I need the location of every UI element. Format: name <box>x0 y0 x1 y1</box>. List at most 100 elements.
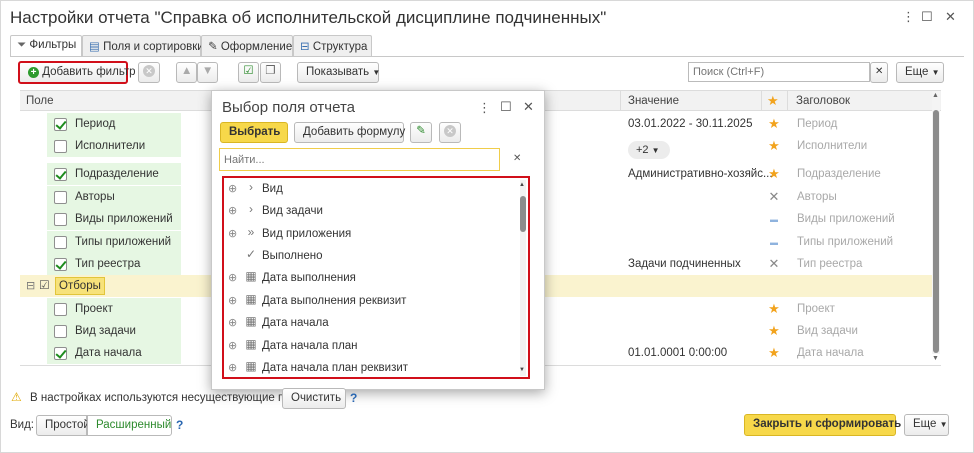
row-checkbox[interactable] <box>54 168 67 181</box>
dialog-list-item[interactable]: ⊕ ▦ Дата начала <box>225 313 515 335</box>
help-icon[interactable]: ? <box>176 418 183 432</box>
row-checkbox[interactable] <box>54 325 67 338</box>
close-and-build-button[interactable]: Закрыть и сформировать <box>744 414 901 436</box>
row-title[interactable]: Период <box>797 118 837 130</box>
scroll-up-icon[interactable]: ▲ <box>932 92 939 99</box>
star-icon[interactable]: ★ <box>768 167 780 180</box>
maximize-icon[interactable]: ☐ <box>500 99 512 115</box>
dialog-title: Выбор поля отчета <box>222 99 355 116</box>
collapse-icon[interactable]: ⊟ <box>26 279 35 292</box>
expand-icon[interactable]: ⊕ <box>228 271 237 284</box>
tab-design[interactable]: ✎ Оформление <box>201 35 293 56</box>
row-checkbox[interactable] <box>54 236 67 249</box>
row-title[interactable]: Исполнители <box>797 140 867 152</box>
search-clear-button[interactable]: ✕ <box>870 62 888 83</box>
row-title[interactable]: Типы приложений <box>797 236 893 248</box>
expand-icon[interactable]: ⊕ <box>228 294 237 307</box>
expand-icon[interactable]: ⊕ <box>228 204 237 217</box>
check-all-button[interactable]: ☑ <box>238 62 259 83</box>
dialog-list-item[interactable]: ⊕ › Вид <box>225 179 515 201</box>
dialog-list-item[interactable]: ⊕ » Вид приложения <box>225 224 515 246</box>
row-title[interactable]: Виды приложений <box>797 213 895 225</box>
row-value[interactable]: Административно-хозяйс... <box>628 168 773 180</box>
scroll-down-icon[interactable]: ▼ <box>519 367 525 373</box>
move-down-button[interactable]: ▼ <box>197 62 218 83</box>
row-title[interactable]: Проект <box>797 303 835 315</box>
expand-icon[interactable]: ⊕ <box>228 316 237 329</box>
row-title[interactable]: Подразделение <box>797 168 881 180</box>
cross-icon[interactable]: ✕ <box>768 190 780 203</box>
more-button[interactable]: Еще ▼ <box>896 62 944 83</box>
row-checkbox[interactable] <box>54 140 67 153</box>
tab-structure[interactable]: ⊟ Структура <box>293 35 372 56</box>
clear-button[interactable]: Очистить <box>282 388 346 409</box>
warning-text: В настройках используются несуществующие… <box>30 392 307 404</box>
uncheck-all-button[interactable]: ❐ <box>260 62 281 83</box>
scroll-down-icon[interactable]: ▼ <box>932 355 939 362</box>
row-checkbox[interactable] <box>54 258 67 271</box>
dialog-list-item[interactable]: ⊕ ▦ Дата выполнения реквизит <box>225 291 515 313</box>
row-value[interactable]: 01.01.0001 0:00:00 <box>628 347 727 359</box>
add-filter-button[interactable]: + Добавить фильтр <box>18 61 136 84</box>
star-icon[interactable]: ★ <box>768 302 780 315</box>
footer-more-button[interactable]: Еще ▼ <box>904 414 949 436</box>
dash-icon[interactable]: ▬ <box>768 236 780 249</box>
row-value[interactable]: 03.01.2022 - 30.11.2025 <box>628 118 752 130</box>
row-checkbox[interactable] <box>54 303 67 316</box>
maximize-icon[interactable]: ☐ <box>921 10 933 23</box>
column-divider <box>787 91 788 111</box>
row-checkbox[interactable] <box>54 118 67 131</box>
tab-fields-sorting[interactable]: ▤ Поля и сортировки <box>82 35 204 56</box>
move-up-button[interactable]: ▲ <box>176 62 197 83</box>
dialog-list-item[interactable]: ⊕ ▦ Дата начала план реквизит <box>225 358 515 380</box>
expand-icon[interactable]: ⊕ <box>228 227 237 240</box>
more-icon[interactable]: ⋮ <box>478 100 491 116</box>
executors-count-pill[interactable]: +2 ▼ <box>628 141 670 159</box>
help-icon[interactable]: ? <box>350 391 357 405</box>
row-title[interactable]: Дата начала <box>797 347 864 359</box>
star-icon[interactable]: ★ <box>768 346 780 359</box>
search-input[interactable] <box>688 62 870 82</box>
star-icon[interactable]: ★ <box>768 139 780 152</box>
dialog-list-item[interactable]: ⊕ ▦ Дата выполнения <box>225 268 515 290</box>
row-label: Вид задачи <box>75 325 136 337</box>
close-icon[interactable]: ✕ <box>945 10 956 23</box>
table-scrollbar-thumb[interactable] <box>933 110 939 353</box>
edit-button[interactable]: ✎ <box>410 122 432 143</box>
dialog-list-scrollbar-thumb[interactable] <box>520 196 526 232</box>
row-title[interactable]: Вид задачи <box>797 325 858 337</box>
dialog-search-input[interactable] <box>219 148 500 171</box>
clear-search-icon[interactable]: ✕ <box>513 153 521 164</box>
expand-icon[interactable]: ⊕ <box>228 339 237 352</box>
close-icon[interactable]: ✕ <box>523 99 534 115</box>
row-title[interactable]: Авторы <box>797 191 837 203</box>
add-formula-button[interactable]: Добавить формулу <box>294 122 405 143</box>
expand-icon[interactable]: ⊕ <box>228 361 237 374</box>
star-icon[interactable]: ★ <box>768 117 780 130</box>
row-checkbox[interactable] <box>54 213 67 226</box>
scroll-up-icon[interactable]: ▲ <box>519 182 525 188</box>
row-checkbox[interactable] <box>54 347 67 360</box>
dialog-list-item[interactable]: ✓ Выполнено <box>225 246 515 268</box>
row-title[interactable]: Тип реестра <box>797 258 862 270</box>
star-icon[interactable]: ★ <box>768 324 780 337</box>
expand-icon[interactable]: ⊕ <box>228 182 237 195</box>
tab-filters[interactable]: ⏷ Фильтры <box>10 35 82 57</box>
cross-icon[interactable]: ✕ <box>768 257 780 270</box>
delete-button[interactable]: ✕ <box>138 62 160 83</box>
more-label: Еще <box>913 418 937 430</box>
row-label: Исполнители <box>75 140 146 152</box>
view-simple-button[interactable]: Простой <box>36 415 90 436</box>
select-button[interactable]: Выбрать <box>220 122 288 143</box>
more-icon[interactable]: ⋮ <box>902 10 915 23</box>
delete-button[interactable]: ✕ <box>439 122 461 143</box>
view-extended-button[interactable]: Расширенный <box>87 415 172 436</box>
show-dropdown[interactable]: Показывать ▼ <box>297 62 380 83</box>
row-value: +2 <box>636 144 649 156</box>
plus-circle-icon: + <box>28 67 39 78</box>
dialog-list-item[interactable]: ⊕ › Вид задачи <box>225 201 515 223</box>
row-value[interactable]: Задачи подчиненных <box>628 258 741 270</box>
row-checkbox[interactable] <box>54 191 67 204</box>
dash-icon[interactable]: ▬ <box>768 213 780 226</box>
dialog-list-item[interactable]: ⊕ ▦ Дата начала план <box>225 336 515 358</box>
